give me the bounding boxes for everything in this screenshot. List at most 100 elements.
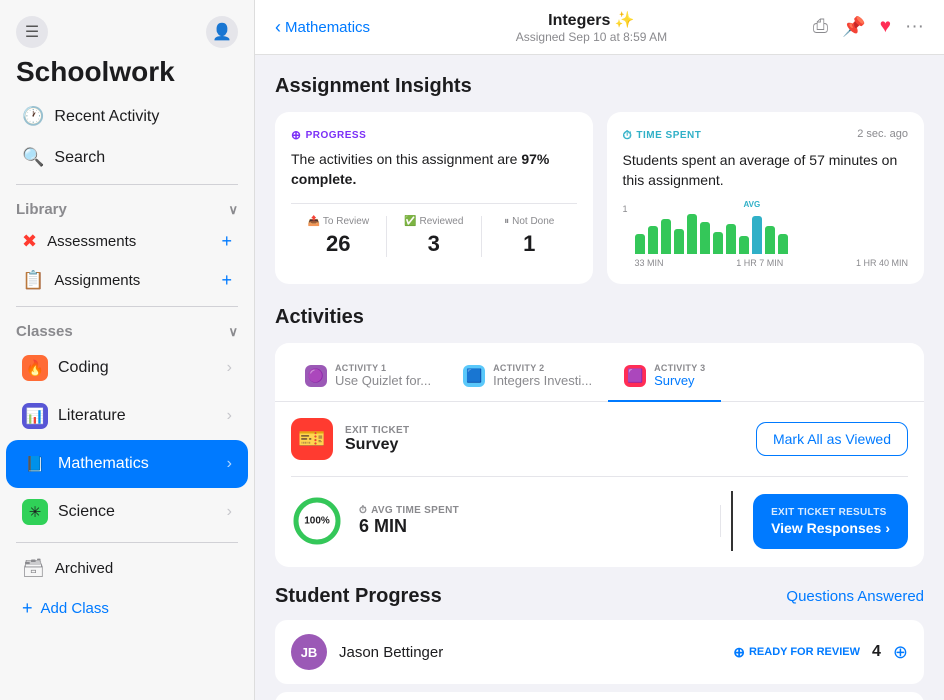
insights-row: ⊕ PROGRESS The activities on this assign…: [275, 112, 924, 284]
bar-7: [713, 232, 723, 254]
main-header: ‹ Mathematics Integers ✨ Assigned Sep 10…: [255, 0, 944, 55]
add-assignment-icon[interactable]: +: [221, 270, 232, 291]
sidebar-item-coding[interactable]: 🔥 Coding ›: [6, 344, 248, 392]
main-content: Assignment Insights ⊕ PROGRESS The activ…: [255, 55, 944, 700]
more-button[interactable]: ···: [905, 16, 924, 38]
favorite-button[interactable]: ♥: [880, 16, 891, 38]
header-center: Integers ✨ Assigned Sep 10 at 8:59 AM: [516, 10, 667, 44]
activities-tabs: 🟣 ACTIVITY 1 Use Quizlet for... 🟦 ACTIVI…: [275, 343, 924, 402]
activity-tab-2[interactable]: 🟦 ACTIVITY 2 Integers Investi...: [447, 355, 608, 402]
bar-1: [635, 234, 645, 254]
survey-icon: 🟪: [624, 365, 646, 387]
view-responses-button[interactable]: EXIT TICKET RESULTS View Responses ›: [753, 494, 908, 549]
time-spent-text: Students spent an average of 57 minutes …: [623, 151, 909, 190]
clock-icon: ⏱: [359, 505, 367, 516]
chevron-right-icon: ›: [227, 359, 232, 377]
header-actions: ⎙ 📌 ♥ ···: [813, 15, 924, 39]
student-progress-section: Student Progress Questions Answered JB J…: [275, 585, 924, 700]
chart-label-1: 33 MIN: [635, 258, 664, 268]
not-done-stat: ⏸ Not Done 1: [482, 216, 577, 257]
chevron-left-icon: ‹: [275, 17, 281, 38]
activities-title: Activities: [275, 306, 924, 329]
student-card-jb: JB Jason Bettinger ⊕ READY FOR REVIEW 4 …: [275, 620, 924, 684]
reviewed-stat: ✅ Reviewed 3: [387, 216, 483, 257]
exit-ticket-icon: 🎫: [291, 418, 333, 460]
check-icon: ✅: [404, 216, 416, 227]
sidebar-item-assessments[interactable]: ✖ Assessments +: [6, 222, 248, 261]
chevron-down-icon: ∨: [228, 202, 238, 218]
chart-label-2: 1 HR 7 MIN: [736, 258, 783, 268]
add-icon: +: [22, 598, 33, 619]
bar-5: [687, 214, 697, 254]
sidebar-item-label: Recent Activity: [54, 108, 159, 126]
sidebar-item-recent-activity[interactable]: 🕐 Recent Activity: [6, 96, 248, 137]
sidebar-item-mathematics[interactable]: 📘 Mathematics ›: [6, 440, 248, 488]
bar-chart: AVG: [635, 204, 909, 254]
sidebar-item-label: Search: [54, 149, 105, 167]
assignments-icon: 📋: [22, 270, 44, 291]
toggle-sidebar-button[interactable]: ☰: [16, 16, 48, 48]
questions-answered-link[interactable]: Questions Answered: [786, 588, 924, 605]
clock-icon: ⏱: [623, 128, 633, 143]
to-review-stat: 📤 To Review 26: [291, 216, 387, 257]
bar-6: [700, 222, 710, 254]
sidebar-top: ☰ 👤: [0, 0, 254, 48]
bar-3: [661, 219, 671, 254]
more-button-jb[interactable]: ⊕: [893, 642, 908, 663]
activity-tab-1[interactable]: 🟣 ACTIVITY 1 Use Quizlet for...: [289, 355, 447, 402]
sidebar-item-search[interactable]: 🔍 Search: [6, 137, 248, 178]
reviewed-value: 3: [395, 231, 474, 257]
share-button[interactable]: ⎙: [813, 16, 828, 38]
exit-results-label: EXIT TICKET RESULTS: [771, 506, 890, 519]
time-spent-label: ⏱ TIME SPENT: [623, 128, 702, 143]
assignment-date: Assigned Sep 10 at 8:59 AM: [516, 30, 667, 44]
pin-button[interactable]: 📌: [842, 15, 866, 39]
bar-4: [674, 229, 684, 254]
activity-tab-3[interactable]: 🟪 ACTIVITY 3 Survey: [608, 355, 721, 402]
sidebar-item-assignments[interactable]: 📋 Assignments +: [6, 261, 248, 300]
avg-time-info: ⏱ AVG TIME SPENT 6 MIN: [359, 505, 721, 537]
bar-8: [726, 224, 736, 254]
circle-plus-icon: ⊕: [733, 644, 745, 661]
app-title: Schoolwork: [0, 48, 254, 96]
progress-card: ⊕ PROGRESS The activities on this assign…: [275, 112, 593, 284]
pause-icon: ⏸: [504, 216, 509, 227]
mark-all-viewed-button[interactable]: Mark All as Viewed: [756, 422, 908, 456]
add-class-button[interactable]: + Add Class: [0, 588, 254, 629]
chevron-down-icon: ∨: [228, 324, 238, 340]
add-assessment-icon[interactable]: +: [221, 231, 232, 252]
page-title: Integers ✨: [516, 10, 667, 30]
progress-text: The activities on this assignment are 97…: [291, 150, 577, 189]
assessments-icon: ✖: [22, 231, 37, 252]
mathematics-class-icon: 📘: [22, 451, 48, 477]
science-class-icon: ✳: [22, 499, 48, 525]
bar-12: [778, 234, 788, 254]
progress-icon: ⊕: [291, 128, 302, 142]
clock-icon: 🕐: [22, 106, 44, 127]
main-panel: ‹ Mathematics Integers ✨ Assigned Sep 10…: [255, 0, 944, 700]
to-review-value: 26: [299, 231, 378, 257]
bar-avg: AVG: [752, 216, 762, 254]
back-button[interactable]: ‹ Mathematics: [275, 17, 370, 38]
student-name-jb: Jason Bettinger: [339, 644, 443, 661]
time-spent-card: ⏱ TIME SPENT 2 sec. ago Students spent a…: [607, 112, 925, 284]
profile-button[interactable]: 👤: [206, 16, 238, 48]
avatar-jb: JB: [291, 634, 327, 670]
sidebar-item-literature[interactable]: 📊 Literature ›: [6, 392, 248, 440]
chevron-right-icon: ›: [227, 407, 232, 425]
student-card-cb: CB Chella Boehm ⊕ READY FOR REVIEW 4 ⊕: [275, 692, 924, 700]
chevron-right-icon: ›: [227, 503, 232, 521]
chart-label-3: 1 HR 40 MIN: [856, 258, 908, 268]
exit-ticket-row: 🎫 EXIT TICKET Survey Mark All as Viewed: [291, 418, 908, 460]
activity-body: 🎫 EXIT TICKET Survey Mark All as Viewed: [275, 402, 924, 567]
bar-11: [765, 226, 775, 254]
search-icon: 🔍: [22, 147, 44, 168]
exit-ticket-label: EXIT TICKET: [345, 425, 409, 436]
score-jb: 4: [872, 643, 881, 661]
callout-line: [731, 491, 733, 551]
sidebar-item-archived[interactable]: 🗃 Archived: [6, 549, 248, 588]
coding-class-icon: 🔥: [22, 355, 48, 381]
inbox-icon: 📤: [307, 216, 319, 227]
not-done-value: 1: [490, 231, 569, 257]
sidebar-item-science[interactable]: ✳ Science ›: [6, 488, 248, 536]
